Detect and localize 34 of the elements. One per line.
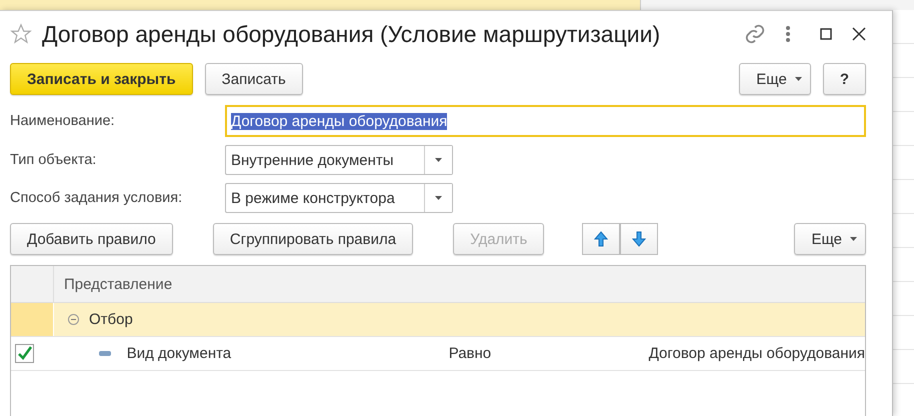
- help-button[interactable]: ?: [822, 63, 866, 95]
- arrow-down-icon: [632, 231, 646, 247]
- maximize-icon: [820, 28, 832, 40]
- save-button[interactable]: Записать: [204, 63, 303, 95]
- close-icon: [852, 27, 866, 41]
- table-cell: Равно: [448, 345, 492, 362]
- table-cell: Договор аренды оборудования: [648, 345, 865, 362]
- field-label: Способ задания условия:: [10, 190, 184, 206]
- dropdown-field[interactable]: В режиме конструктора: [225, 183, 453, 213]
- save-close-button[interactable]: Записать и закрыть: [10, 63, 193, 95]
- toolbar-button[interactable]: Добавить правило: [10, 223, 173, 255]
- move-down-button[interactable]: [620, 223, 658, 255]
- dropdown-field[interactable]: Внутренние документы: [225, 145, 453, 175]
- field-label: Тип объекта:: [10, 152, 98, 168]
- caret-icon: [850, 237, 857, 241]
- input-field[interactable]: Договор аренды оборудования: [225, 105, 866, 137]
- arrow-up-icon: [594, 231, 608, 247]
- caret-icon: [435, 158, 442, 162]
- link-icon: [744, 23, 766, 45]
- more-icon: [786, 26, 790, 42]
- field-label: Наименование:: [10, 113, 116, 129]
- column-header: Представление: [64, 276, 172, 292]
- table-cell: Вид документа: [126, 345, 232, 362]
- window-title: Договор аренды оборудования (Условие маршрутизации): [42, 20, 662, 48]
- caret-icon: [794, 77, 802, 81]
- caret-icon: [435, 196, 442, 200]
- toolbar-button[interactable]: Сгруппировать правила: [212, 223, 414, 255]
- table-cell: Отбор: [89, 311, 133, 328]
- checkbox[interactable]: [15, 344, 34, 363]
- condition-icon: [98, 351, 111, 356]
- table-row[interactable]: Отбор: [11, 303, 865, 337]
- more-button[interactable]: Еще: [739, 63, 811, 95]
- move-up-button[interactable]: [582, 223, 620, 255]
- more-button[interactable]: Еще: [794, 223, 866, 255]
